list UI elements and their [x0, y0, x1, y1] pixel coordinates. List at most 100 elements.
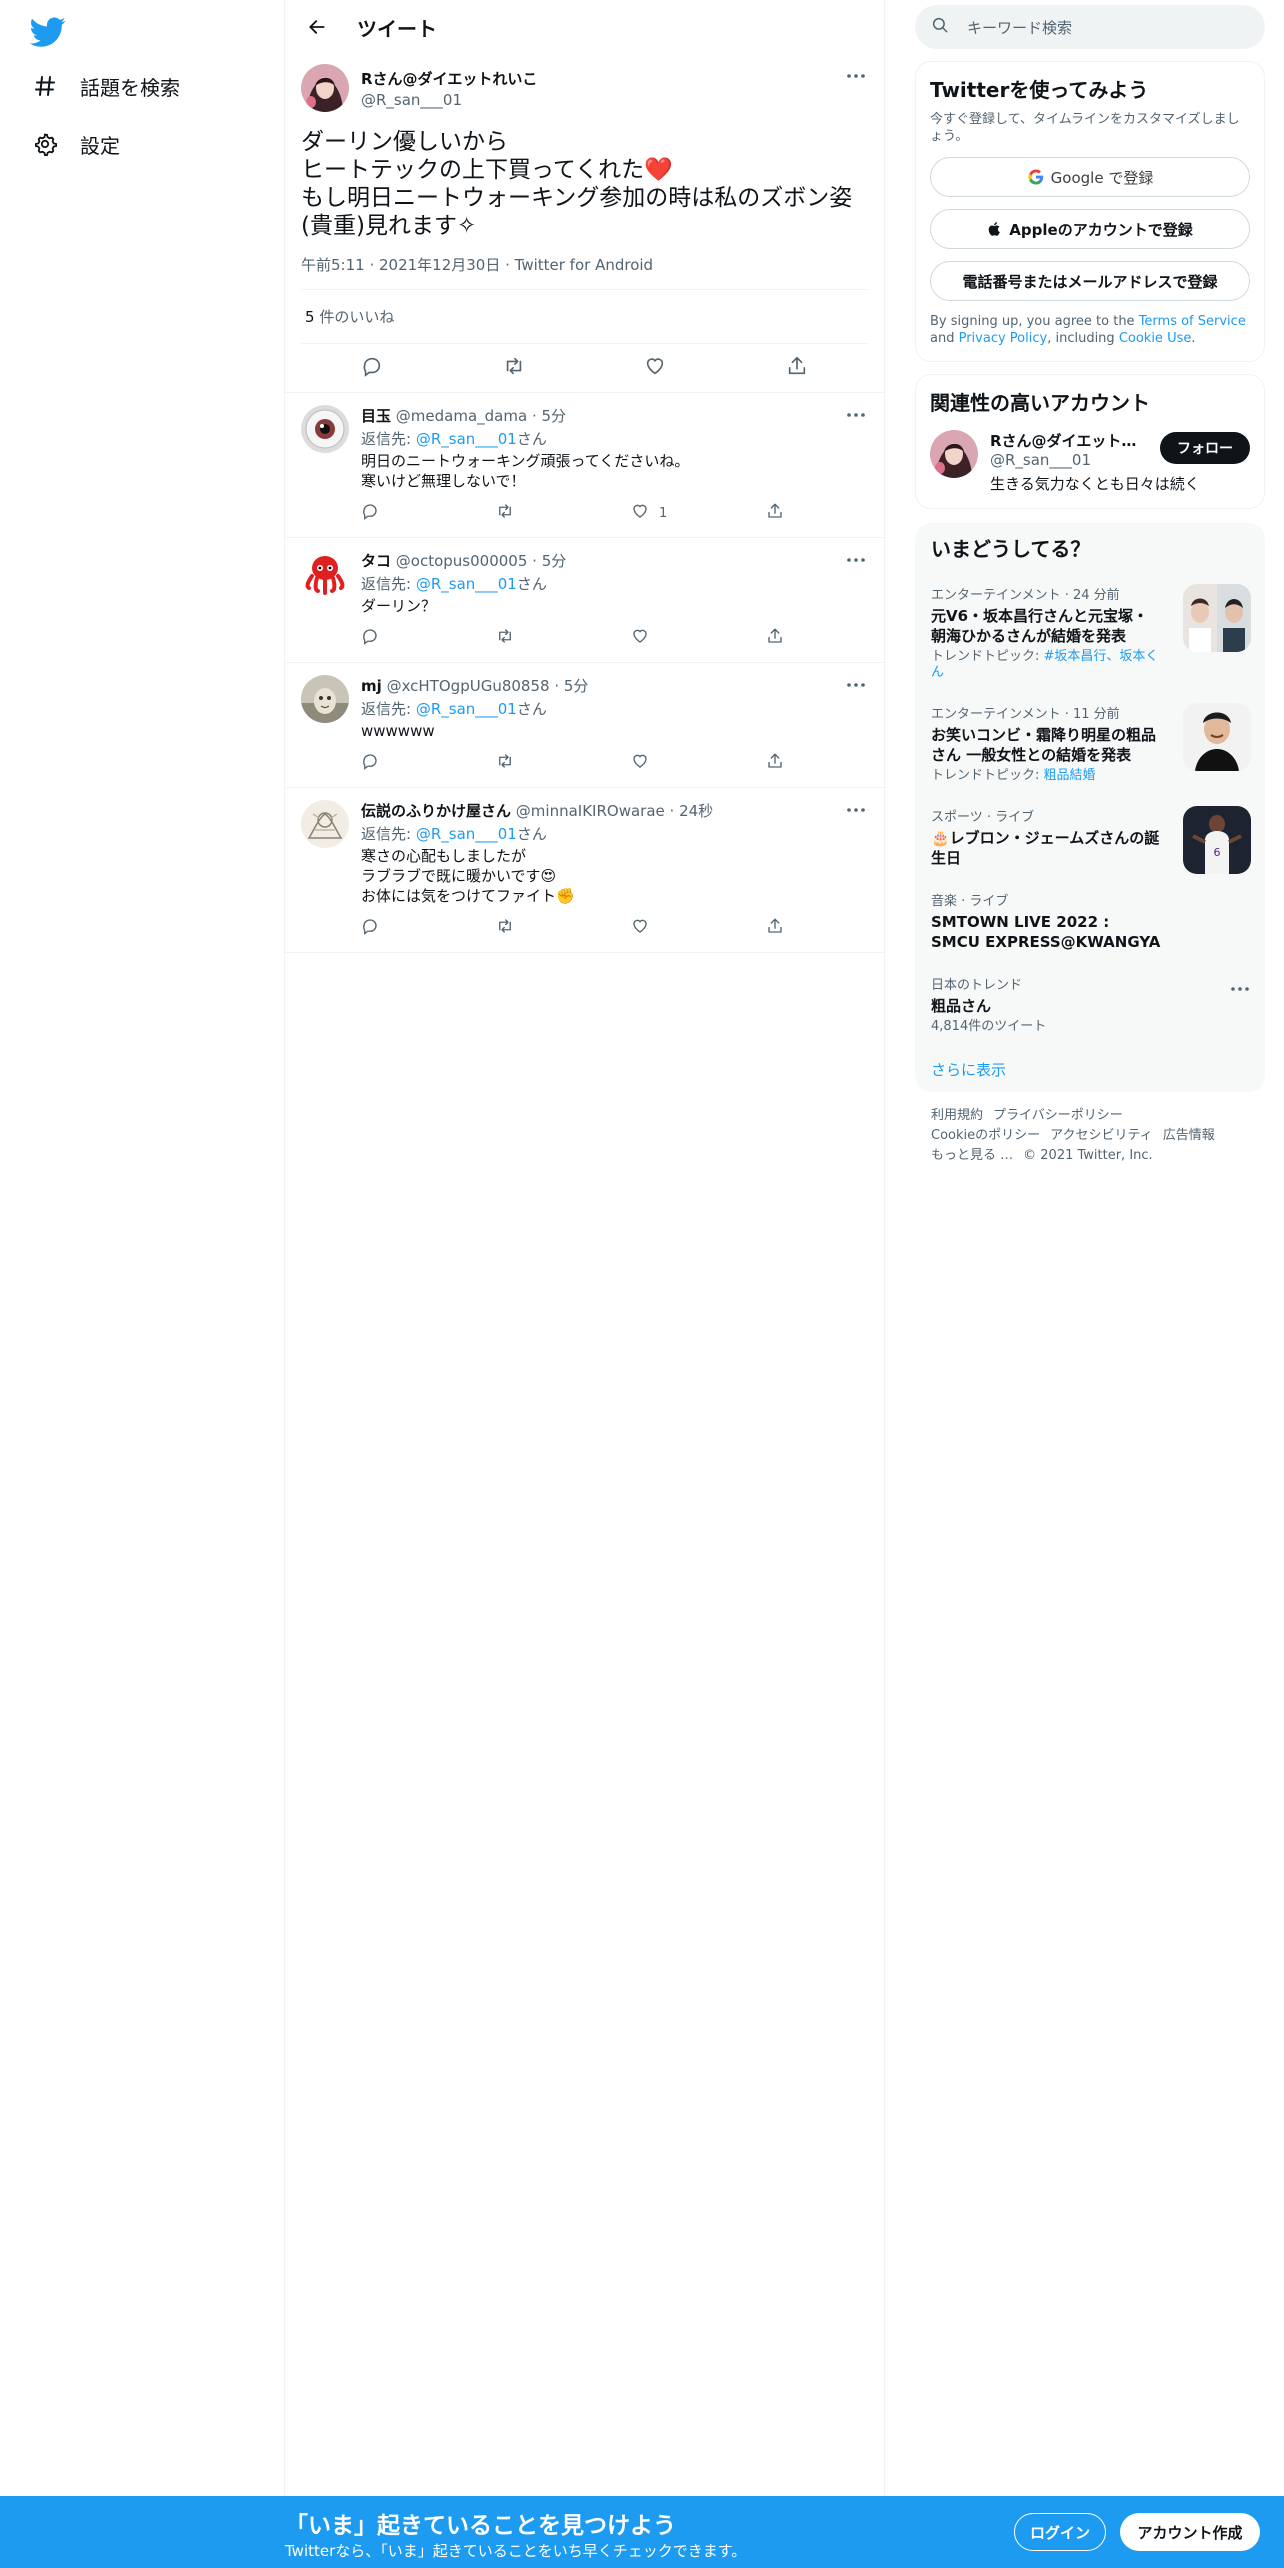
search-box[interactable]: キーワード検索 — [915, 5, 1265, 49]
back-arrow-icon[interactable] — [299, 9, 335, 45]
trend-item[interactable]: 日本のトレンド 粗品さん 4,814件のツイート — [931, 974, 1251, 1035]
terms-link[interactable]: Terms of Service — [1139, 314, 1246, 329]
more-options-icon[interactable] — [1231, 976, 1249, 995]
reply-icon[interactable] — [361, 752, 379, 774]
reply-tweet[interactable]: 伝説のふりかけ屋さん @minnaIKIROwarae · 24秒 返信先: @… — [285, 788, 884, 953]
footer-link[interactable]: Cookieのポリシー — [931, 1128, 1040, 1143]
trend-item[interactable]: 音楽 · ライブ SMTOWN LIVE 2022 : SMCU EXPRESS… — [931, 890, 1251, 952]
reply-time: · 5分 — [532, 552, 567, 570]
reply-to-link[interactable]: @R_san___01 — [416, 700, 517, 718]
nav-explore[interactable]: 話題を検索 — [32, 66, 180, 106]
more-options-icon[interactable] — [844, 677, 868, 693]
retweet-icon[interactable] — [496, 627, 514, 649]
share-icon[interactable] — [766, 752, 784, 774]
reply-author-handle[interactable]: @xcHTOgpUGu80858 — [387, 677, 550, 695]
related-name[interactable]: Rさん@ダイエット… — [990, 430, 1140, 451]
octopus-avatar[interactable] — [301, 550, 349, 598]
footer-link[interactable]: アクセシビリティ — [1050, 1128, 1153, 1143]
retweet-icon[interactable] — [496, 752, 514, 774]
like-icon[interactable] — [631, 627, 649, 649]
avatar[interactable] — [301, 64, 349, 112]
reply-to-link[interactable]: @R_san___01 — [416, 575, 517, 593]
author-name[interactable]: Rさん@ダイエットれいこ — [361, 68, 537, 89]
eyeball-avatar[interactable] — [301, 405, 349, 453]
reply-to-link[interactable]: @R_san___01 — [416, 430, 517, 448]
likes-number: 5 — [305, 308, 315, 326]
share-icon[interactable] — [766, 502, 784, 524]
reply-text: 明日のニートウォーキング頑張ってくださいね。 寒いけど無理しないで！ — [361, 452, 690, 490]
reply-author-handle[interactable]: @minnaIKIROwarae — [516, 802, 665, 820]
reply-icon[interactable] — [361, 502, 379, 524]
reply-author-handle[interactable]: @medama_dama — [396, 407, 527, 425]
page-title: ツイート — [357, 16, 437, 41]
reply-icon[interactable] — [361, 355, 383, 381]
reply-to-prefix: 返信先: — [361, 700, 416, 718]
reply-author-name[interactable]: 伝説のふりかけ屋さん — [361, 802, 511, 820]
avatar[interactable] — [930, 430, 978, 478]
footer-link[interactable]: 広告情報 — [1163, 1128, 1215, 1143]
nav-settings-label: 設定 — [80, 133, 120, 158]
trend-item[interactable]: スポーツ · ライブ 🎂レブロン・ジェームズさんの誕生日 6 — [931, 806, 1251, 874]
cookie-link[interactable]: Cookie Use — [1119, 331, 1192, 346]
retweet-icon[interactable] — [503, 355, 525, 381]
legal-text: By signing up, you agree to the — [930, 314, 1139, 329]
reply-author-name[interactable]: mj — [361, 677, 382, 695]
reply-author-handle[interactable]: @octopus000005 — [396, 552, 528, 570]
twitter-logo-icon[interactable] — [29, 14, 66, 50]
tweet-actions — [301, 344, 868, 392]
footer-link[interactable]: もっと見る … — [931, 1148, 1013, 1163]
reply-to-link[interactable]: @R_san___01 — [416, 825, 517, 843]
reply-tweet[interactable]: mj @xcHTOgpUGu80858 · 5分 返信先: @R_san___0… — [285, 663, 884, 788]
reply-author-name[interactable]: 目玉 — [361, 407, 391, 425]
bottom-signup-bar: 「いま」起きていることを見つけよう Twitterなら、「いま」起きていることを… — [0, 2496, 1284, 2568]
reply-tweet[interactable]: タコ @octopus000005 · 5分 返信先: @R_san___01さ… — [285, 538, 884, 663]
reply-tweet[interactable]: 目玉 @medama_dama · 5分 返信先: @R_san___01さん … — [285, 393, 884, 538]
related-account[interactable]: Rさん@ダイエット… @R_san___01 生きる気力なくとも日々は続く フォ… — [930, 430, 1250, 494]
trend-title: SMTOWN LIVE 2022 : SMCU EXPRESS@KWANGYA — [931, 913, 1161, 951]
more-options-icon[interactable] — [844, 552, 868, 568]
apple-signup-button[interactable]: Appleのアカウントで登録 — [930, 209, 1250, 249]
login-button[interactable]: ログイン — [1014, 2513, 1106, 2551]
reply-icon[interactable] — [361, 627, 379, 649]
share-icon[interactable] — [786, 355, 808, 381]
like-icon[interactable] — [631, 917, 649, 939]
share-icon[interactable] — [766, 627, 784, 649]
search-placeholder: キーワード検索 — [967, 18, 1073, 37]
reply-time: · 24秒 — [669, 802, 714, 820]
svg-text:6: 6 — [1214, 846, 1221, 859]
tweet-meta[interactable]: 午前5:11 · 2021年12月30日 · Twitter for Andro… — [301, 254, 868, 290]
reply-author-name[interactable]: タコ — [361, 552, 391, 570]
more-options-icon[interactable] — [844, 802, 868, 818]
more-options-icon[interactable] — [844, 68, 868, 84]
nav-settings[interactable]: 設定 — [32, 124, 120, 164]
related-title: 関連性の高いアカウント — [930, 391, 1150, 415]
trend-title: 粗品さん — [931, 997, 992, 1015]
footer-link[interactable]: プライバシーポリシー — [993, 1108, 1123, 1123]
footer-link[interactable]: 利用規約 — [931, 1108, 983, 1123]
retweet-icon[interactable] — [496, 502, 514, 524]
retweet-icon[interactable] — [496, 917, 514, 939]
like-icon[interactable] — [631, 502, 649, 524]
google-signup-button[interactable]: Google で登録 — [930, 157, 1250, 197]
trend-item[interactable]: エンターテインメント · 11 分前 お笑いコンビ・霜降り明星の粗品さん 一般女… — [931, 703, 1251, 784]
create-account-button[interactable]: アカウント作成 — [1120, 2513, 1260, 2551]
more-options-icon[interactable] — [844, 407, 868, 423]
like-icon[interactable] — [631, 752, 649, 774]
trend-thumbnail — [1183, 703, 1251, 771]
photo-avatar[interactable] — [301, 675, 349, 723]
trend-category: 日本のトレンド — [931, 978, 1023, 993]
follow-button[interactable]: フォロー — [1160, 432, 1250, 464]
reply-icon[interactable] — [361, 917, 379, 939]
author-handle[interactable]: @R_san___01 — [361, 91, 537, 109]
trend-item[interactable]: エンターテインメント · 24 分前 元V6・坂本昌行さんと元宝塚・朝海ひかるさ… — [931, 584, 1251, 681]
likes-count[interactable]: 5 件のいいね — [301, 290, 868, 344]
show-more-link[interactable]: さらに表示 — [931, 1059, 1251, 1080]
sketch-avatar[interactable] — [301, 800, 349, 848]
trends-title: いまどうしてる？ — [931, 537, 1091, 561]
trend-topic-link[interactable]: 粗品結婚 — [1044, 768, 1096, 783]
share-icon[interactable] — [766, 917, 784, 939]
phone-email-signup-button[interactable]: 電話番号またはメールアドレスで登録 — [930, 261, 1250, 301]
like-icon[interactable] — [644, 355, 666, 381]
trend-title: お笑いコンビ・霜降り明星の粗品さん 一般女性との結婚を発表 — [931, 726, 1157, 764]
privacy-link[interactable]: Privacy Policy — [959, 331, 1048, 346]
